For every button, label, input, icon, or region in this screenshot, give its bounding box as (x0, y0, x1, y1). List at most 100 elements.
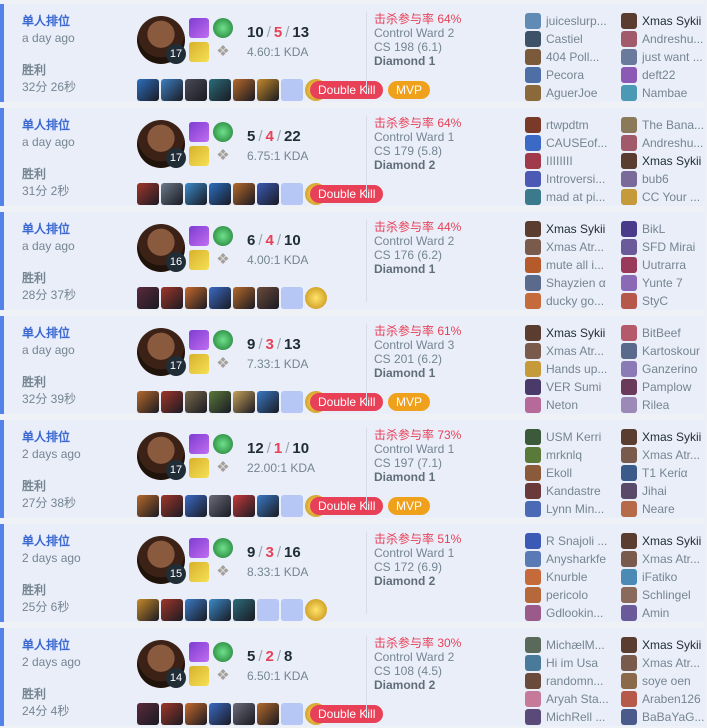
item-slot[interactable] (137, 703, 159, 725)
summoner-spell-icon[interactable] (189, 434, 209, 454)
item-slot[interactable] (233, 183, 255, 205)
item-slot[interactable] (185, 79, 207, 101)
participant[interactable]: 404 Poll... (525, 48, 615, 66)
participant-name[interactable]: mute all i... (546, 257, 614, 273)
summoner-spell-icon[interactable] (189, 354, 209, 374)
item-slot[interactable] (209, 287, 231, 309)
primary-rune-icon[interactable] (213, 538, 233, 558)
summoner-spell-icon[interactable] (189, 666, 209, 686)
participant-name[interactable]: Shayzien α (546, 275, 614, 291)
participant[interactable]: iFatiko (621, 568, 707, 586)
match-card[interactable]: 单人排位 2 days ago 胜利 24分 4秒 14 ❖ 5/2/8 6.50:1 KDA… (0, 628, 705, 726)
item-slot[interactable] (281, 599, 303, 621)
participant[interactable]: VER Sumi (525, 378, 615, 396)
participant-name[interactable]: Pamplow (642, 379, 707, 395)
participant-name[interactable]: Xmas Atr... (642, 551, 707, 567)
item-slot[interactable] (185, 599, 207, 621)
item-slot[interactable] (209, 391, 231, 413)
summoner-spell-icon[interactable] (189, 122, 209, 142)
item-slot[interactable] (257, 287, 279, 309)
participant-name[interactable]: Kartoskour (642, 343, 707, 359)
item-slot[interactable] (233, 287, 255, 309)
item-slot[interactable] (281, 703, 303, 725)
participant[interactable]: Introversi... (525, 170, 615, 188)
participant[interactable]: Xmas Sykii (621, 532, 707, 550)
participant[interactable]: Xmas Sykii (621, 428, 707, 446)
primary-rune-icon[interactable] (213, 18, 233, 38)
primary-rune-icon[interactable] (213, 434, 233, 454)
item-slot[interactable] (185, 183, 207, 205)
summoner-spell-icon[interactable] (189, 250, 209, 270)
participant-name[interactable]: Gdlookin... (546, 605, 614, 621)
participant-name[interactable]: Ganzerino (642, 361, 707, 377)
participant[interactable]: Xmas Atr... (525, 238, 615, 256)
participant[interactable]: Xmas Atr... (525, 342, 615, 360)
participant-name[interactable]: Pecora (546, 67, 614, 83)
participant-name[interactable]: Introversi... (546, 171, 614, 187)
participant-name[interactable]: Xmas Sykii (642, 13, 707, 29)
participant[interactable]: MichælM... (525, 636, 615, 654)
participant-name[interactable]: Hi im Usa (546, 655, 614, 671)
item-slot[interactable] (137, 391, 159, 413)
participant[interactable]: CAUSEof... (525, 134, 615, 152)
participant-name[interactable]: AguerJoe (546, 85, 614, 101)
participant[interactable]: R Snajoli ... (525, 532, 615, 550)
participant-name[interactable]: Anysharkfe (546, 551, 614, 567)
participant[interactable]: Hands up... (525, 360, 615, 378)
participant-name[interactable]: The Bana... (642, 117, 707, 133)
participant-name[interactable]: Xmas Atr... (546, 343, 614, 359)
item-slot[interactable] (209, 79, 231, 101)
participant-name[interactable]: mad at pi... (546, 189, 614, 205)
participant[interactable]: BikL (621, 220, 707, 238)
participant[interactable]: Xmas Sykii (621, 636, 707, 654)
participant-name[interactable]: CC Your ... (642, 189, 707, 205)
participant[interactable]: rtwpdtm (525, 116, 615, 134)
item-slot[interactable] (137, 79, 159, 101)
participant[interactable]: pericolo (525, 586, 615, 604)
summoner-spell-icon[interactable] (189, 458, 209, 478)
participant[interactable]: deft22 (621, 66, 707, 84)
item-slot[interactable] (257, 391, 279, 413)
participant[interactable]: Xmas Sykii (621, 12, 707, 30)
participant-name[interactable]: randomn... (546, 673, 614, 689)
participant[interactable]: Neare (621, 500, 707, 518)
participant[interactable]: Xmas Atr... (621, 654, 707, 672)
primary-rune-icon[interactable] (213, 330, 233, 350)
item-slot[interactable] (257, 599, 279, 621)
participant-name[interactable]: iFatiko (642, 569, 707, 585)
secondary-rune-icon[interactable]: ❖ (213, 666, 233, 686)
participant-name[interactable]: VER Sumi (546, 379, 614, 395)
trinket-ward-icon[interactable] (305, 599, 327, 621)
participant[interactable]: Neton (525, 396, 615, 414)
participant[interactable]: mad at pi... (525, 188, 615, 206)
participant[interactable]: randomn... (525, 672, 615, 690)
participant-name[interactable]: SFD Mirai (642, 239, 707, 255)
match-card[interactable]: 单人排位 a day ago 胜利 28分 37秒 16 ❖ 6/4/10 4.00:1 KD… (0, 212, 705, 310)
participant[interactable]: BitBeef (621, 324, 707, 342)
item-slot[interactable] (281, 495, 303, 517)
participant[interactable]: MichRell ... (525, 708, 615, 726)
participant-name[interactable]: Andreshu... (642, 31, 707, 47)
participant[interactable]: CC Your ... (621, 188, 707, 206)
participant-name[interactable]: Xmas Sykii (642, 533, 707, 549)
participant[interactable]: Xmas Atr... (621, 446, 707, 464)
item-slot[interactable] (281, 287, 303, 309)
summoner-spell-icon[interactable] (189, 562, 209, 582)
participant[interactable]: BaBaYaG... (621, 708, 707, 726)
participant-name[interactable]: juicеslurp... (546, 13, 614, 29)
participant-name[interactable]: Castiel (546, 31, 614, 47)
participant-name[interactable]: Andreshu... (642, 135, 707, 151)
participant[interactable]: Pecora (525, 66, 615, 84)
participant-name[interactable]: Amin (642, 605, 707, 621)
participant[interactable]: Gdlookin... (525, 604, 615, 622)
item-slot[interactable] (185, 703, 207, 725)
participant[interactable]: Yunte 7 (621, 274, 707, 292)
participant-name[interactable]: USM Kerri (546, 429, 614, 445)
summoner-spell-icon[interactable] (189, 42, 209, 62)
participant-name[interactable]: Kandastre (546, 483, 614, 499)
participant[interactable]: Aryah Sta... (525, 690, 615, 708)
participant-name[interactable]: just want ... (642, 49, 707, 65)
secondary-rune-icon[interactable]: ❖ (213, 354, 233, 374)
participant-name[interactable]: Aryah Sta... (546, 691, 614, 707)
item-slot[interactable] (257, 703, 279, 725)
